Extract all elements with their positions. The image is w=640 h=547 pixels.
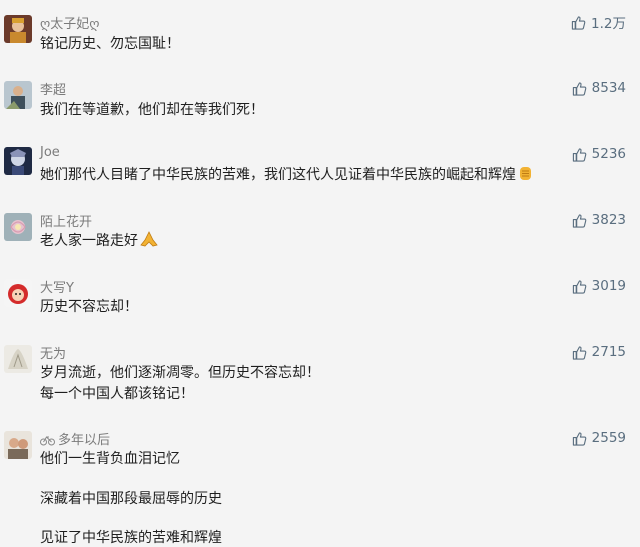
username[interactable]: 陌上花开 — [40, 211, 92, 230]
avatar[interactable] — [4, 345, 32, 373]
like-count: 1.2万 — [591, 16, 626, 32]
like-button[interactable]: 8534 — [572, 78, 626, 98]
thumbs-up-icon — [572, 431, 586, 446]
folded-hands-emoji — [139, 230, 159, 252]
thumbs-up-icon — [571, 15, 586, 30]
avatar[interactable] — [4, 15, 32, 43]
thumbs-up-icon — [572, 81, 586, 96]
like-count: 3823 — [591, 212, 626, 228]
username[interactable]: ღ太子妃ღ — [40, 13, 99, 32]
avatar[interactable] — [4, 81, 32, 109]
comment-text: 铭记历史、勿忘国耻！ — [40, 36, 180, 52]
comment-text: 历史不容忘却！ — [40, 299, 138, 315]
like-count: 5236 — [591, 146, 626, 162]
username[interactable]: 无为 — [40, 343, 66, 362]
like-button[interactable]: 2559 — [572, 428, 626, 448]
like-count: 2559 — [591, 430, 626, 446]
like-button[interactable]: 3019 — [572, 276, 626, 296]
thumbs-up-icon — [572, 345, 586, 360]
username[interactable]: 大写Y — [40, 277, 74, 296]
like-button[interactable]: 5236 — [572, 144, 626, 164]
thumbs-up-icon — [572, 213, 586, 228]
comment-text: 老人家一路走好 — [40, 233, 138, 249]
comment-text: 她们那代人目睹了中华民族的苦难，我们这代人见证着中华民族的崛起和辉煌 — [40, 167, 516, 183]
like-count: 2715 — [591, 344, 626, 360]
like-button[interactable]: 3823 — [572, 210, 626, 230]
comment-text: 岁月流逝，他们逐渐凋零。但历史不容忘却！ — [40, 365, 320, 381]
comment-text: 深藏着中国那段最屈辱的历史 — [40, 491, 222, 507]
username[interactable]: 多年以后 — [58, 433, 110, 448]
like-count: 8534 — [591, 80, 626, 96]
comment-text: 每一个中国人都该铭记！ — [40, 386, 194, 402]
thumbs-up-icon — [572, 279, 586, 294]
comment-text: 我们在等道歉，他们却在等我们死！ — [40, 102, 264, 118]
thumbs-up-icon — [572, 147, 586, 162]
avatar[interactable] — [4, 431, 32, 459]
username[interactable]: 李超 — [40, 79, 66, 98]
avatar[interactable] — [4, 213, 32, 241]
comment-text: 他们一生背负血泪记忆 — [40, 451, 180, 467]
username[interactable]: Joe — [40, 145, 60, 160]
username-row[interactable]: 多年以后 — [40, 429, 110, 450]
comment-list: ღ太子妃ღ 1.2万 铭记历史、勿忘国耻！ 李超 8534 我们在等道歉，他们却… — [0, 0, 640, 546]
raised-fist-emoji — [517, 165, 534, 186]
like-count: 3019 — [591, 278, 626, 294]
comment-text: 见证了中华民族的苦难和辉煌 — [40, 530, 222, 546]
like-button[interactable]: 1.2万 — [571, 12, 626, 32]
avatar[interactable] — [4, 147, 32, 175]
avatar[interactable] — [4, 279, 32, 307]
like-button[interactable]: 2715 — [572, 342, 626, 362]
